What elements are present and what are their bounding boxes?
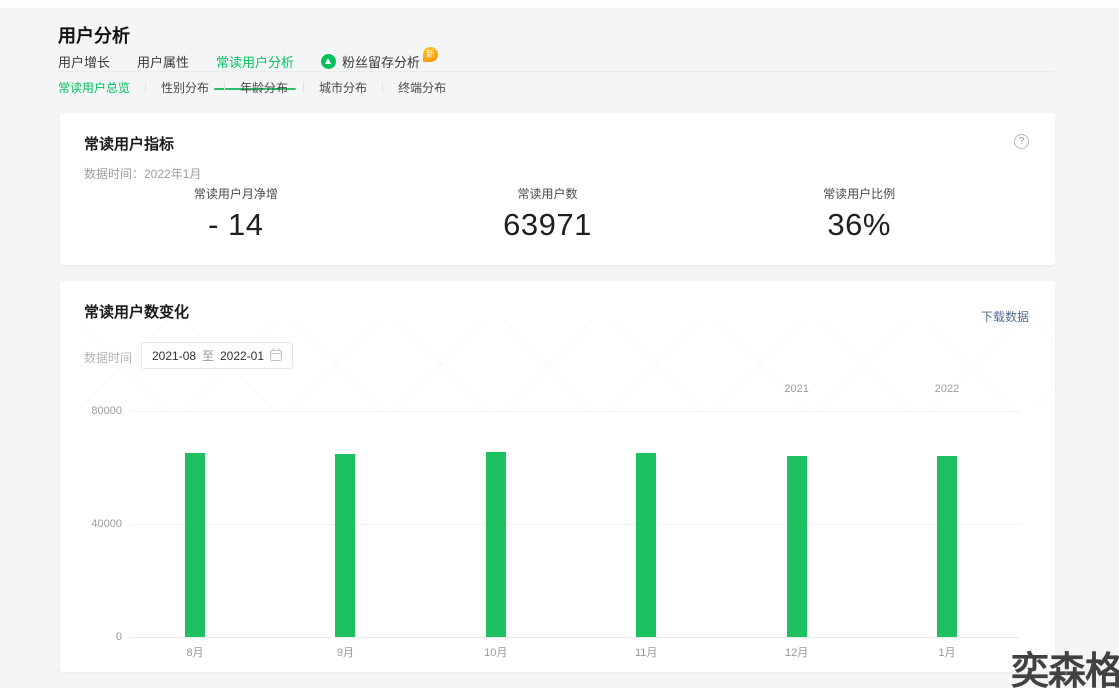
x-axis-tick: 10月 — [484, 647, 508, 659]
y-axis-tick: 0 — [115, 631, 122, 643]
new-badge: 新 — [423, 47, 439, 62]
subtab-1[interactable]: 性别分布 — [161, 79, 209, 96]
subtab-divider — [145, 82, 147, 93]
bar-8月[interactable] — [185, 453, 205, 637]
subtab-4[interactable]: 终端分布 — [398, 79, 446, 96]
metric-value: 36% — [827, 207, 891, 242]
top-strip — [0, 0, 1119, 8]
tab-label: 用户属性 — [137, 55, 190, 70]
tab-2[interactable]: 常读用户分析 — [214, 52, 297, 90]
x-axis-tick: 11月 — [634, 647, 658, 659]
subtab-divider — [224, 82, 226, 93]
metric-2: 常读用户比例 36% — [703, 185, 1015, 243]
gridline-40000 — [130, 524, 1020, 525]
bar-10月[interactable] — [485, 452, 506, 637]
page-title: 用户分析 — [58, 26, 130, 46]
chart-card-title: 常读用户数变化 — [84, 304, 190, 321]
y-axis-tick: 40000 — [91, 518, 122, 530]
help-icon[interactable]: ? — [1014, 134, 1029, 149]
metric-label: 常读用户比例 — [823, 187, 896, 201]
subtab-3[interactable]: 城市分布 — [319, 79, 367, 96]
metric-1: 常读用户数 63971 — [392, 185, 704, 243]
tab-3[interactable]: 粉丝留存分析新 — [321, 47, 439, 73]
metrics-data-time: 数据时间：2022年1月 — [84, 167, 202, 181]
bar-9月[interactable] — [335, 454, 356, 637]
chart-card: 常读用户数变化 下载数据 数据时间 2021-08 至 2022-01 2021… — [60, 281, 1055, 672]
tab-label: 常读用户分析 — [216, 55, 295, 70]
date-range-picker[interactable]: 2021-08 至 2022-01 — [141, 342, 293, 369]
subtab-divider — [303, 82, 305, 93]
metrics-row: 常读用户月净增 - 14 常读用户数 63971 常读用户比例 36% — [60, 185, 1055, 243]
date-range-to-label: 至 — [202, 349, 215, 363]
subtab-2[interactable]: 年龄分布 — [240, 79, 288, 96]
green-circle-icon — [321, 54, 337, 69]
sub-tabs: 常读用户总览 性别分布 年龄分布 城市分布 终端分布 — [58, 79, 446, 96]
calendar-icon[interactable] — [269, 348, 282, 361]
bar-1月[interactable] — [937, 456, 957, 637]
metric-value: - 14 — [208, 207, 264, 242]
metrics-card-title: 常读用户指标 — [84, 136, 175, 153]
download-data-link[interactable]: 下载数据 — [981, 308, 1029, 325]
gridline-0 — [130, 637, 1020, 638]
main-tabs: 用户增长 用户属性 常读用户分析 粉丝留存分析新 — [58, 47, 465, 90]
metrics-card: 常读用户指标 ? 数据时间：2022年1月 常读用户月净增 - 14 常读用户数 63… — [60, 113, 1055, 265]
subtab-divider — [382, 82, 384, 93]
x-axis-tick: 8月 — [186, 647, 204, 659]
year-marker-2022: 2022 — [934, 383, 960, 395]
x-axis-tick: 12月 — [784, 647, 809, 659]
date-range-end[interactable]: 2022-01 — [220, 349, 264, 363]
metric-label: 常读用户数 — [517, 187, 578, 201]
metric-value: 63971 — [503, 207, 592, 242]
x-axis-tick: 9月 — [336, 647, 354, 659]
bar-11月[interactable] — [636, 453, 657, 637]
gridline-80000 — [130, 411, 1020, 412]
chart-data-time-label: 数据时间 — [84, 351, 133, 365]
user-analysis-page: 用户分析 用户增长 用户属性 常读用户分析 粉丝留存分析新 常读用户总览 性别分布 年龄分… — [0, 0, 1119, 688]
bar-12月[interactable] — [786, 456, 807, 637]
tab-label: 粉丝留存分析 — [342, 55, 421, 70]
x-axis-tick: 1月 — [938, 647, 956, 659]
tab-label: 用户增长 — [58, 55, 111, 70]
corner-watermark-text: 奕森格 — [1010, 651, 1119, 688]
date-range-start[interactable]: 2021-08 — [152, 349, 196, 363]
tab-0[interactable]: 用户增长 — [58, 52, 110, 73]
metric-label: 常读用户月净增 — [193, 187, 278, 201]
subtab-0[interactable]: 常读用户总览 — [58, 79, 130, 96]
metric-0: 常读用户月净增 - 14 — [80, 185, 392, 243]
tabs-divider — [58, 71, 1055, 72]
year-marker-2021: 2021 — [784, 383, 809, 395]
y-axis-tick: 80000 — [91, 405, 122, 417]
tab-1[interactable]: 用户属性 — [137, 52, 189, 73]
